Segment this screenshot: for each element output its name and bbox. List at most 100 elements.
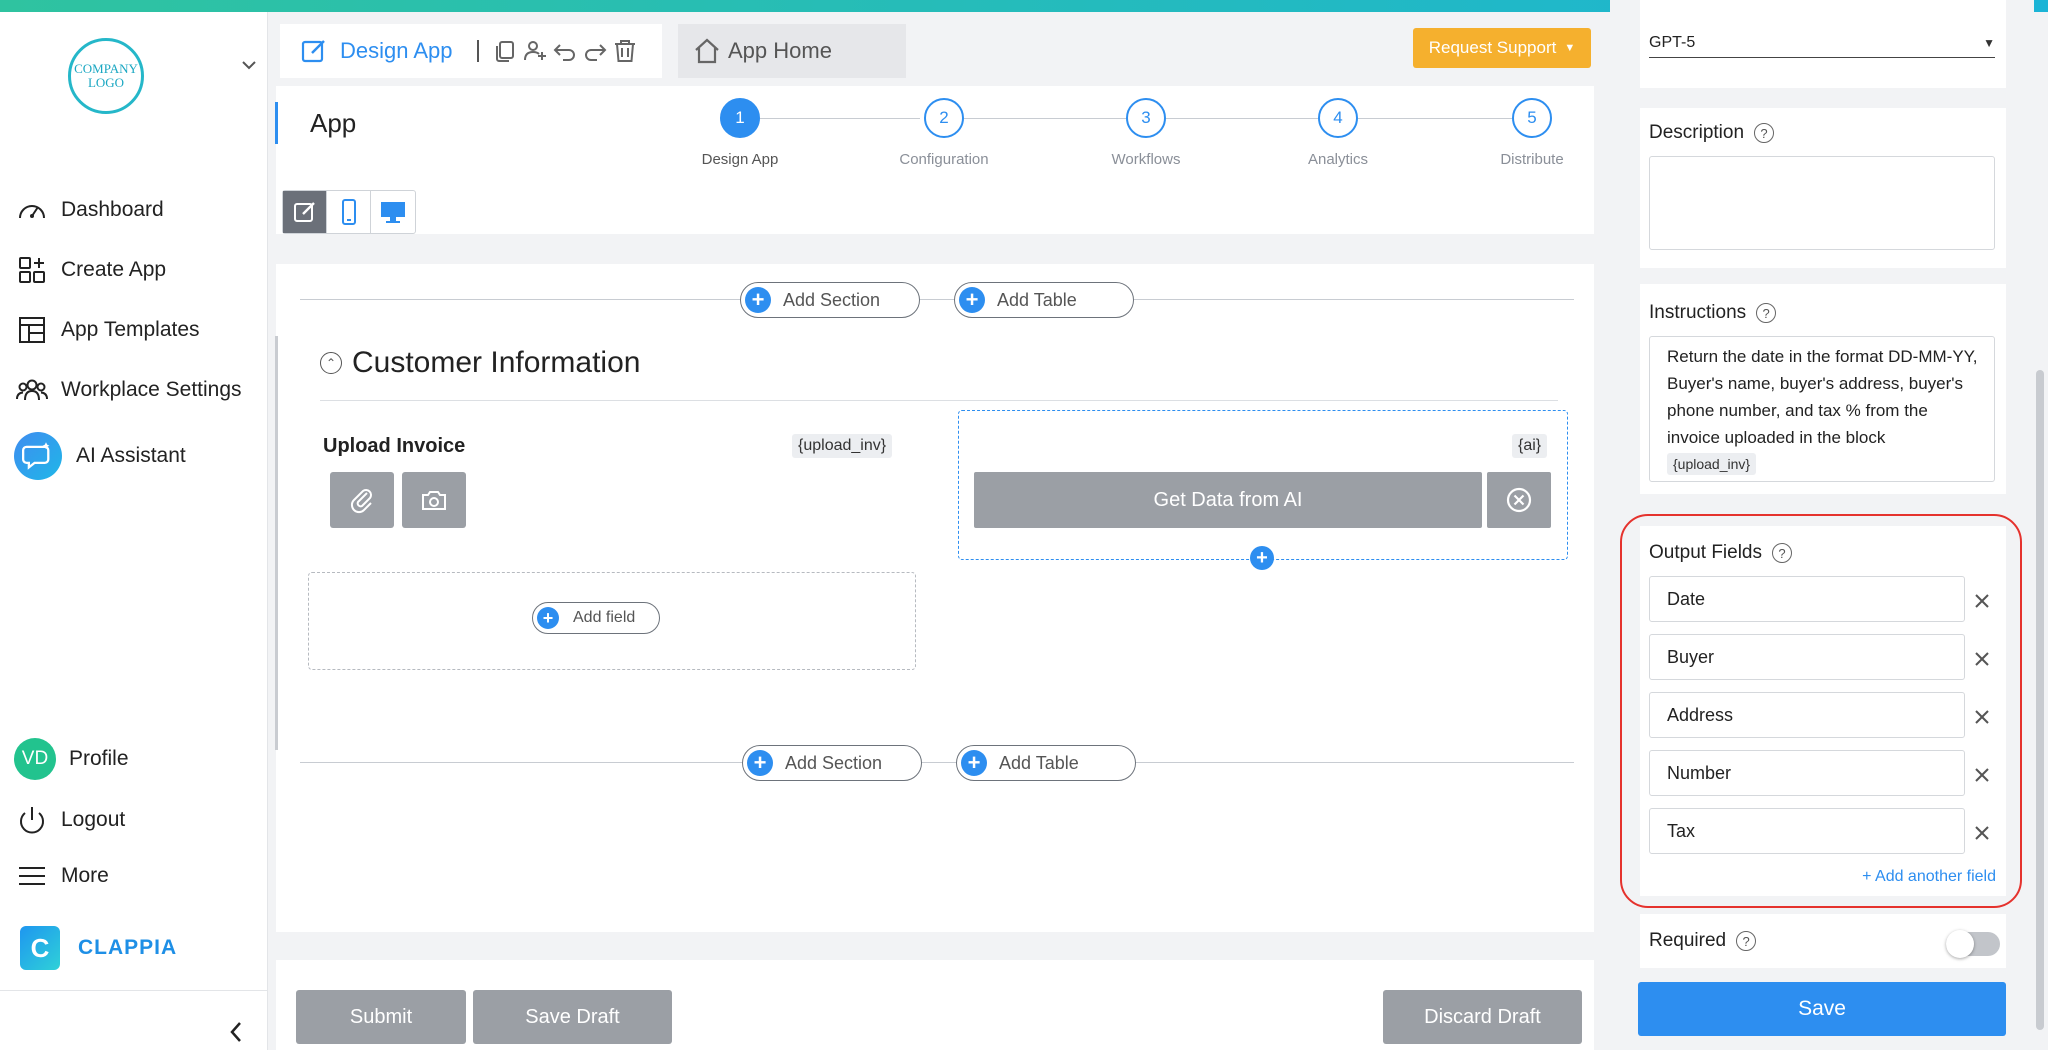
description-label-row: Description ? [1649, 122, 1775, 144]
submit-button[interactable]: Submit [296, 990, 466, 1044]
caret-down-icon: ▼ [1983, 35, 1995, 50]
toggle-knob [1946, 930, 1974, 958]
create-app-icon [19, 257, 45, 283]
sidebar-item-label: App Templates [61, 318, 200, 341]
camera-icon [422, 491, 446, 510]
instructions-label: Instructions [1649, 302, 1747, 323]
sidebar-item-more[interactable]: More [16, 856, 109, 896]
add-table-button-bottom[interactable]: + Add Table [956, 745, 1136, 781]
highlight-annotation [1620, 514, 2022, 908]
sidebar-item-app-templates[interactable]: App Templates [16, 310, 200, 350]
sidebar-item-profile[interactable]: VD Profile [14, 736, 129, 782]
step-2-configuration[interactable]: 2 [924, 98, 964, 138]
collapse-icon[interactable]: ⌃ [320, 352, 342, 374]
step-3-workflows[interactable]: 3 [1126, 98, 1166, 138]
add-table-label: Add Table [997, 289, 1077, 310]
request-support-label: Request Support [1428, 38, 1557, 57]
collapse-sidebar-chevron-left-icon[interactable] [228, 1020, 244, 1049]
add-user-icon[interactable] [521, 37, 549, 65]
add-field-label: Add field [573, 609, 636, 626]
help-icon[interactable]: ? [1736, 931, 1757, 951]
save-button[interactable]: Save [1638, 982, 2006, 1036]
edit-view-button[interactable] [283, 191, 327, 233]
add-section-label: Add Section [783, 289, 881, 310]
save-draft-button[interactable]: Save Draft [473, 990, 672, 1044]
panel-scrollbar[interactable] [2036, 370, 2044, 1030]
logo-text: COMPANY LOGO [74, 61, 138, 90]
description-textarea[interactable] [1649, 156, 1995, 250]
step-connector [760, 118, 920, 119]
instructions-var-tag: {upload_inv} [1667, 453, 1757, 475]
step-label: Distribute [1500, 151, 1564, 168]
brand-name: CLAPPIA [78, 936, 178, 959]
sidebar-item-create-app[interactable]: Create App [16, 250, 166, 290]
model-value: GPT-5 [1649, 33, 1696, 51]
sidebar-item-label: More [61, 864, 109, 887]
step-label: Workflows [1111, 151, 1181, 168]
remove-ai-button[interactable] [1487, 472, 1551, 528]
add-section-label: Add Section [785, 752, 883, 773]
desktop-icon [381, 202, 405, 223]
help-icon[interactable]: ? [1754, 123, 1775, 143]
tab-design-app[interactable]: Design App [280, 24, 662, 78]
redo-icon[interactable] [581, 37, 609, 65]
avatar: VD [14, 738, 56, 780]
tab-app-home[interactable]: App Home [678, 24, 906, 78]
step-1-design-app[interactable]: 1 [720, 98, 760, 138]
model-select[interactable]: GPT-5 ▼ [1649, 28, 1995, 58]
edit-icon [293, 202, 315, 222]
sidebar-item-workplace-settings[interactable]: Workplace Settings [16, 370, 242, 410]
section-divider [300, 762, 1574, 763]
sidebar-item-dashboard[interactable]: Dashboard [16, 190, 164, 230]
step-label: Analytics [1307, 151, 1369, 168]
sidebar-item-label: Create App [61, 258, 167, 281]
clappia-icon: C [20, 926, 60, 970]
trash-icon[interactable] [611, 37, 639, 65]
add-below-plus-icon[interactable]: + [1250, 546, 1274, 570]
active-rail [275, 102, 278, 144]
step-connector [1166, 118, 1322, 119]
sidebar-item-label: Dashboard [61, 198, 164, 221]
sidebar-item-label: AI Assistant [76, 444, 186, 467]
company-logo: COMPANY LOGO [68, 38, 144, 114]
instructions-textarea[interactable]: Return the date in the format DD-MM-YY, … [1649, 336, 1995, 482]
sidebar-item-label: Workplace Settings [61, 378, 242, 401]
copy-icon[interactable] [491, 37, 519, 65]
add-table-label: Add Table [999, 752, 1079, 773]
sidebar-item-logout[interactable]: Logout [16, 800, 125, 840]
add-field-button[interactable]: + Add field [532, 602, 660, 634]
plus-icon: + [537, 607, 559, 629]
sidebar-divider [0, 990, 268, 991]
users-icon [16, 379, 48, 401]
add-section-button-bottom[interactable]: + Add Section [742, 745, 922, 781]
attach-file-button[interactable] [330, 472, 394, 528]
undo-icon[interactable] [551, 37, 579, 65]
step-label: Configuration [899, 151, 989, 168]
page-title: App [310, 108, 357, 138]
add-section-button[interactable]: + Add Section [740, 282, 920, 318]
sidebar-item-ai-assistant[interactable]: AI Assistant [14, 430, 186, 482]
tab-design-label: Design App [340, 38, 453, 63]
instructions-text: Return the date in the format DD-MM-YY, … [1667, 347, 1978, 447]
power-icon [20, 807, 44, 834]
section-title: Customer Information [352, 346, 641, 379]
help-icon[interactable]: ? [1756, 303, 1777, 323]
description-label: Description [1649, 122, 1745, 143]
mobile-view-button[interactable] [327, 191, 371, 233]
required-toggle[interactable] [1946, 930, 2000, 958]
gauge-icon [19, 205, 45, 219]
section-header[interactable]: ⌃ Customer Information [320, 346, 640, 380]
plus-icon: + [961, 750, 987, 776]
step-4-analytics[interactable]: 4 [1318, 98, 1358, 138]
request-support-button[interactable]: Request Support ▼ [1413, 28, 1591, 68]
desktop-view-button[interactable] [371, 191, 415, 233]
step-connector [964, 118, 1130, 119]
get-data-from-ai-button[interactable]: Get Data from AI [974, 472, 1482, 528]
step-5-distribute[interactable]: 5 [1512, 98, 1552, 138]
camera-button[interactable] [402, 472, 466, 528]
add-table-button[interactable]: + Add Table [954, 282, 1134, 318]
caret-down-icon: ▼ [1564, 42, 1576, 54]
workspace-chevron-down-icon[interactable] [240, 56, 258, 79]
section-divider [300, 299, 1574, 300]
discard-draft-button[interactable]: Discard Draft [1383, 990, 1582, 1044]
